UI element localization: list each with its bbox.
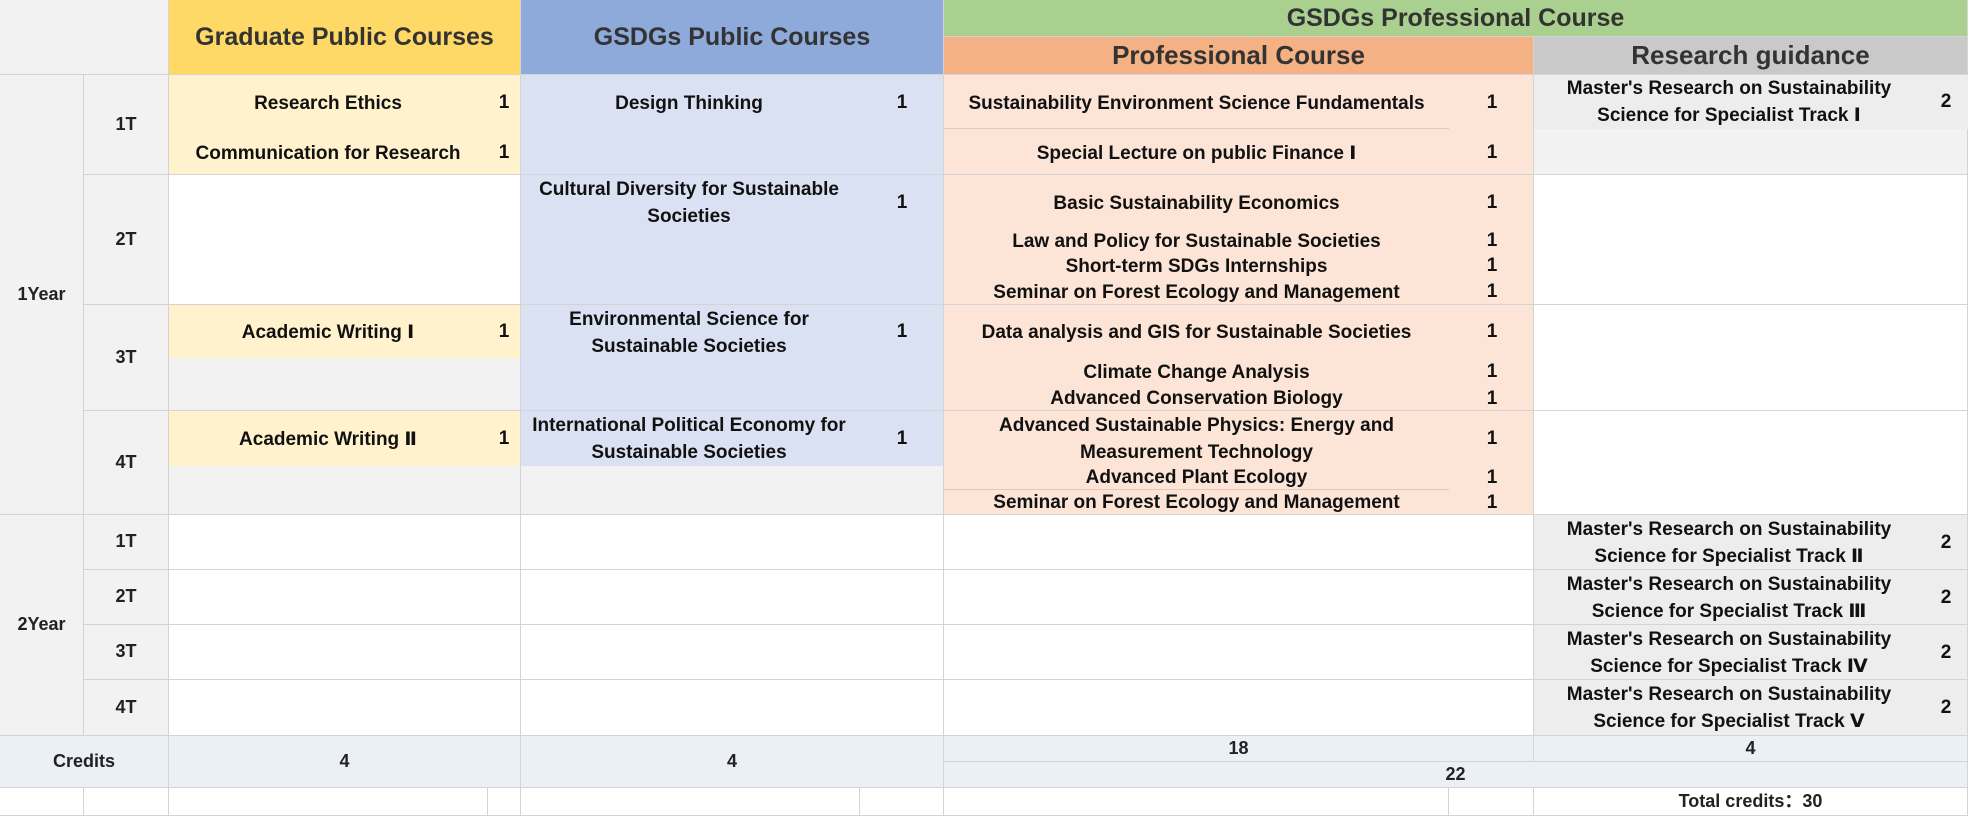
course-name: Law and Policy for Sustainable Societies — [1012, 230, 1381, 252]
term-label: 1T — [84, 75, 169, 175]
footer-cell — [84, 788, 169, 816]
gsdgs-public-y2-cell — [521, 680, 944, 736]
course-credit: 1 — [1486, 491, 1498, 513]
course-credit: 1 — [1486, 192, 1498, 213]
course-name: Master's Research on Sustainability Scie… — [1566, 684, 1892, 732]
course-credit: 1 — [896, 192, 908, 213]
course-credit: 1 — [896, 321, 908, 342]
graduate-y2-cell — [169, 680, 521, 736]
graduate-y2-cell — [169, 570, 521, 625]
course-name: Academic Writing Ⅰ — [241, 321, 415, 343]
header-professional-course: Professional Course — [944, 37, 1534, 75]
professional-y2-cell — [944, 680, 1534, 736]
graduate-y2-cell — [169, 625, 521, 680]
course-name: Short-term SDGs Internships — [1065, 255, 1328, 277]
graduate-2t-cell — [169, 175, 521, 305]
course-name: Environmental Science for Sustainable So… — [569, 309, 809, 357]
course-credit: 1 — [1486, 466, 1498, 488]
year-2-label: 2Year — [0, 515, 84, 736]
term-label: 3T — [84, 625, 169, 680]
course-credit: 1 — [1486, 281, 1498, 302]
header-graduate-public-courses: Graduate Public Courses — [169, 0, 521, 75]
course-credit: 1 — [1486, 92, 1498, 113]
course-name: Advanced Sustainable Physics: Energy and… — [999, 415, 1394, 463]
course-name: Climate Change Analysis — [1083, 361, 1310, 383]
course-name: Advanced Conservation Biology — [1050, 388, 1343, 409]
footer-cell — [1449, 788, 1534, 816]
course-credit: 1 — [498, 428, 510, 449]
course-name: Sustainability Environment Science Funda… — [968, 92, 1425, 114]
term-label: 3T — [84, 305, 169, 411]
course-credit: 1 — [896, 428, 908, 449]
credits-research: 4 — [1534, 736, 1968, 762]
course-credit: 2 — [1940, 641, 1952, 663]
year-1-label: 1Year — [0, 75, 84, 515]
graduate-y2-cell — [169, 515, 521, 570]
course-credit: 1 — [1486, 361, 1498, 382]
course-credit: 1 — [1486, 428, 1498, 449]
course-credit: 1 — [498, 142, 510, 163]
research-4t-cell — [1534, 411, 1968, 515]
footer-cell — [488, 788, 521, 816]
row-separator — [944, 128, 1449, 129]
course-name: Master's Research on Sustainability Scie… — [1566, 573, 1892, 622]
course-credit: 1 — [1486, 255, 1498, 276]
credits-graduate-public: 4 — [169, 736, 521, 788]
research-2t-cell — [1534, 175, 1968, 305]
header-gsdgs-public-courses: GSDGs Public Courses — [521, 0, 944, 75]
gsdgs-public-y2-cell — [521, 570, 944, 625]
course-credit: 1 — [498, 321, 510, 342]
course-name: Communication for Research — [195, 142, 461, 164]
course-name: Special Lecture on public Finance Ⅰ — [1036, 142, 1357, 164]
professional-y2-cell — [944, 515, 1534, 570]
total-credits: Total credits：30 — [1534, 788, 1968, 816]
course-name: Cultural Diversity for Sustainable Socie… — [539, 179, 839, 227]
header-research-guidance: Research guidance — [1534, 37, 1968, 75]
professional-y2-cell — [944, 625, 1534, 680]
course-name: Master's Research on Sustainability Scie… — [1566, 628, 1892, 677]
course-name: Design Thinking — [615, 92, 763, 114]
course-name: Master's Research on Sustainability Scie… — [1566, 518, 1892, 567]
course-name: Basic Sustainability Economics — [1053, 192, 1340, 214]
course-name: Seminar on Forest Ecology and Management — [993, 492, 1400, 513]
course-name: Data analysis and GIS for Sustainable So… — [981, 321, 1412, 343]
course-credit: 1 — [1486, 230, 1498, 251]
course-name: Master's Research on Sustainability Scie… — [1566, 78, 1892, 126]
research-3t-cell — [1534, 305, 1968, 411]
professional-y2-cell — [944, 570, 1534, 625]
course-credit: 1 — [498, 92, 510, 113]
footer-cell — [0, 788, 84, 816]
footer-cell — [521, 788, 860, 816]
footer-cell — [860, 788, 944, 816]
footer-cell — [169, 788, 488, 816]
term-label: 2T — [84, 570, 169, 625]
gsdgs-public-y2-cell — [521, 625, 944, 680]
credits-label: Credits — [0, 736, 169, 788]
credits-gsdgs-total: 22 — [944, 762, 1968, 788]
course-credit: 1 — [1486, 387, 1498, 409]
course-credit: 2 — [1940, 697, 1952, 718]
header-gsdgs-professional-course: GSDGs Professional Course — [944, 0, 1968, 37]
course-credit: 1 — [1486, 321, 1498, 342]
course-name: Advanced Plant Ecology — [1085, 467, 1308, 488]
course-name: Seminar on Forest Ecology and Management — [993, 281, 1400, 303]
course-credit: 1 — [896, 92, 908, 113]
course-credit: 1 — [1486, 142, 1498, 163]
term-label: 4T — [84, 680, 169, 736]
gsdgs-public-y2-cell — [521, 515, 944, 570]
term-label: 4T — [84, 411, 169, 515]
term-label: 2T — [84, 175, 169, 305]
course-name: Academic Writing Ⅱ — [239, 428, 417, 450]
course-credit: 2 — [1940, 91, 1952, 112]
credits-gsdgs-public: 4 — [521, 736, 944, 788]
course-credit: 2 — [1940, 586, 1952, 608]
term-label: 1T — [84, 515, 169, 570]
course-name: Research Ethics — [254, 92, 402, 114]
footer-cell — [944, 788, 1449, 816]
course-credit: 2 — [1940, 531, 1952, 553]
credits-professional: 18 — [944, 736, 1534, 762]
corner-cell — [0, 0, 169, 75]
course-name: International Political Economy for Sust… — [532, 415, 846, 463]
